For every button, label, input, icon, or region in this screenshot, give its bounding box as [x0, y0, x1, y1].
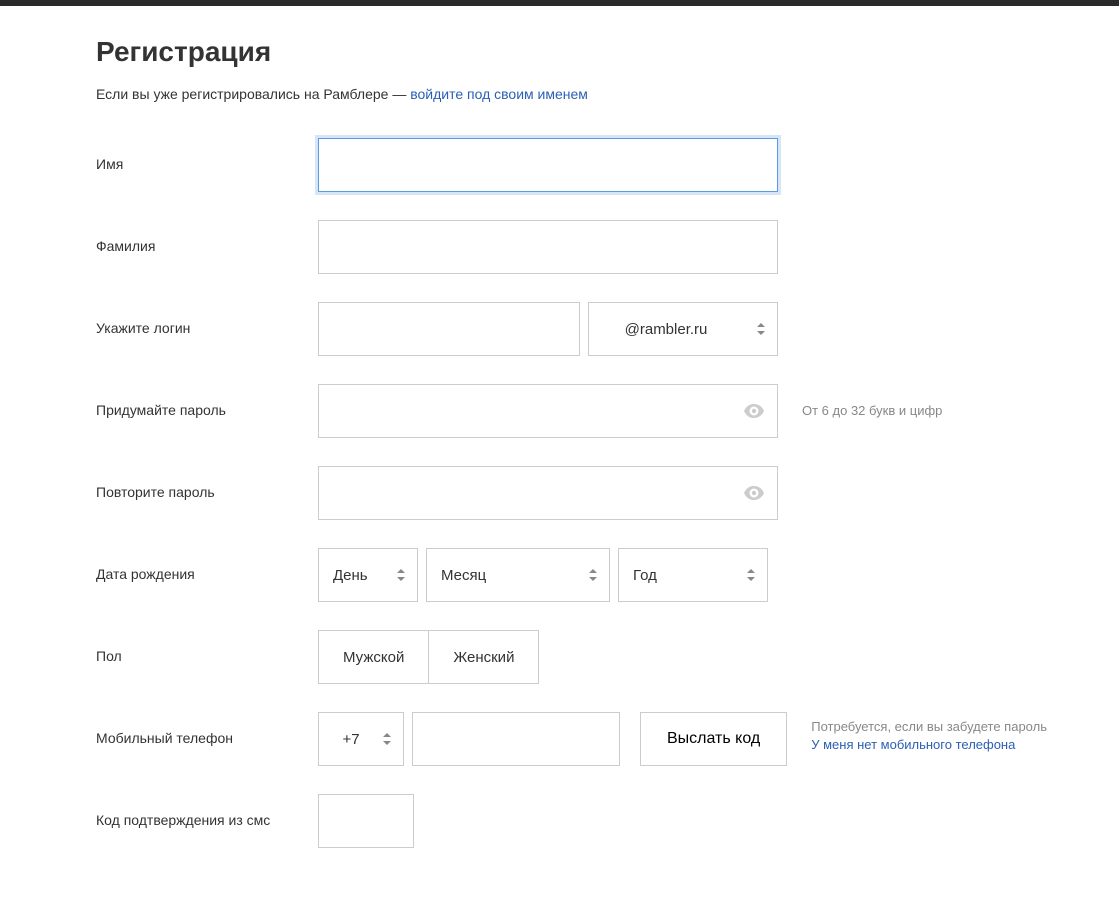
password-hint: От 6 до 32 букв и цифр: [802, 384, 942, 420]
dob-year-value: Год: [633, 567, 657, 584]
eye-icon[interactable]: [744, 486, 764, 500]
label-first-name: Имя: [96, 138, 318, 172]
eye-icon[interactable]: [744, 404, 764, 418]
domain-select[interactable]: @rambler.ru: [588, 302, 778, 356]
label-phone: Мобильный телефон: [96, 712, 318, 746]
domain-value: @rambler.ru: [625, 321, 708, 338]
last-name-input[interactable]: [318, 220, 778, 274]
subtitle: Если вы уже регистрировались на Рамблере…: [96, 86, 1119, 102]
label-sms-code: Код подтверждения из смс: [96, 794, 318, 828]
chevron-updown-icon: [589, 569, 597, 581]
phone-input[interactable]: [412, 712, 620, 766]
label-gender: Пол: [96, 630, 318, 664]
gender-male-button[interactable]: Мужской: [318, 630, 429, 684]
dob-day-select[interactable]: День: [318, 548, 418, 602]
first-name-input[interactable]: [318, 138, 778, 192]
label-login: Укажите логин: [96, 302, 318, 336]
phone-code-select[interactable]: +7: [318, 712, 404, 766]
dob-month-select[interactable]: Месяц: [426, 548, 610, 602]
page-title: Регистрация: [96, 36, 1119, 68]
chevron-updown-icon: [747, 569, 755, 581]
password-input[interactable]: [318, 384, 778, 438]
label-dob: Дата рождения: [96, 548, 318, 582]
dob-day-value: День: [333, 567, 368, 584]
label-password-repeat: Повторите пароль: [96, 466, 318, 500]
chevron-updown-icon: [397, 569, 405, 581]
label-password: Придумайте пароль: [96, 384, 318, 418]
dob-year-select[interactable]: Год: [618, 548, 768, 602]
subtitle-text: Если вы уже регистрировались на Рамблере…: [96, 86, 410, 102]
chevron-updown-icon: [383, 733, 391, 745]
login-link[interactable]: войдите под своим именем: [410, 86, 588, 102]
phone-code-value: +7: [342, 731, 359, 748]
login-input[interactable]: [318, 302, 580, 356]
password-repeat-input[interactable]: [318, 466, 778, 520]
phone-hint-text: Потребуется, если вы забудете пароль: [811, 718, 1047, 736]
chevron-updown-icon: [757, 323, 765, 335]
sms-code-input[interactable]: [318, 794, 414, 848]
gender-female-button[interactable]: Женский: [429, 630, 539, 684]
label-last-name: Фамилия: [96, 220, 318, 254]
no-phone-link[interactable]: У меня нет мобильного телефона: [811, 737, 1015, 752]
send-code-button[interactable]: Выслать код: [640, 712, 787, 766]
dob-month-value: Месяц: [441, 567, 486, 584]
